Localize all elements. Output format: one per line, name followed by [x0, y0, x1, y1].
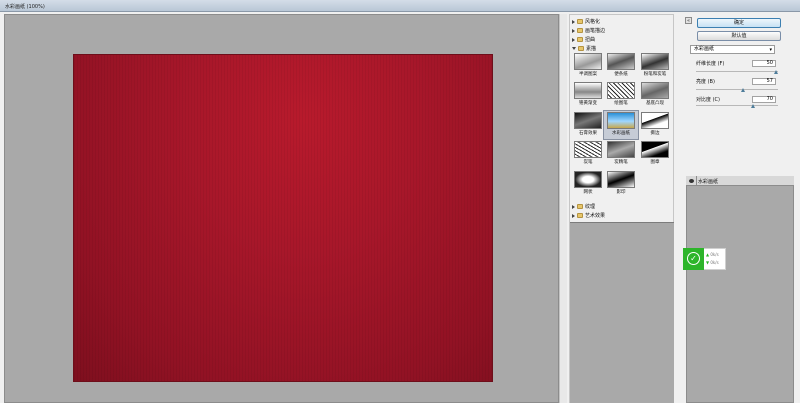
category-label: 纹理 — [585, 204, 596, 210]
category-stylize[interactable]: 风格化 — [572, 17, 672, 26]
filter-thumb-conte-crayon[interactable] — [607, 141, 635, 158]
contrast-label: 对比度 (C) — [696, 97, 720, 103]
folder-open-icon — [578, 46, 584, 51]
expand-arrow-icon — [572, 37, 575, 42]
expand-arrow-icon — [572, 19, 575, 24]
category-texture[interactable]: 纹理 — [572, 202, 672, 211]
filter-label: 基底凸现 — [646, 101, 664, 106]
folder-icon — [577, 204, 583, 209]
filter-thumb-charcoal[interactable] — [574, 141, 602, 158]
folder-icon — [577, 213, 583, 218]
category-distort[interactable]: 扭曲 — [572, 35, 672, 44]
filter-thumb-chrome[interactable] — [574, 82, 602, 99]
fiber-length-slider-thumb[interactable] — [774, 70, 779, 74]
filter-select-value: 水彩画纸 — [694, 46, 715, 52]
upload-speed-value: 0k/s — [710, 252, 719, 257]
filter-label: 网状 — [583, 190, 593, 195]
category-label: 素描 — [586, 46, 597, 52]
category-brush-strokes[interactable]: 画笔描边 — [572, 26, 672, 35]
fiber-length-input[interactable]: 50 — [752, 60, 776, 67]
filter-thumb-chalk-charcoal[interactable] — [641, 53, 669, 70]
collapse-gallery-icon[interactable]: « — [685, 17, 692, 24]
category-artistic[interactable]: 艺术效果 — [572, 211, 672, 220]
filter-label: 便条纸 — [614, 72, 628, 77]
filter-label: 撕边 — [650, 131, 660, 136]
folder-icon — [577, 37, 583, 42]
folder-icon — [577, 28, 583, 33]
expand-arrow-icon — [572, 213, 575, 218]
category-label: 艺术效果 — [585, 213, 606, 219]
category-sketch[interactable]: 素描 — [572, 44, 672, 53]
chevron-down-icon: ▾ — [769, 47, 772, 53]
arrow-down-icon: ▼ — [706, 260, 710, 265]
filter-label: 图章 — [650, 160, 660, 165]
category-label: 扭曲 — [585, 37, 596, 43]
filter-thumb-halftone[interactable] — [574, 53, 602, 70]
checkmark-icon: ✓ — [683, 248, 704, 270]
filter-thumb-torn-edges[interactable] — [641, 112, 669, 129]
filter-label: 石膏效果 — [579, 131, 597, 136]
collapse-arrow-icon — [572, 47, 576, 50]
brightness-slider-thumb[interactable] — [740, 88, 745, 92]
filter-thumb-graphic-pen[interactable] — [607, 82, 635, 99]
effect-layer-name: 水彩画纸 — [698, 179, 719, 185]
arrow-up-icon: ▲ — [706, 252, 710, 257]
gallery-empty-area — [570, 222, 674, 403]
download-speed: ▼ 0k/s — [706, 260, 719, 265]
category-label: 风格化 — [585, 19, 601, 25]
filter-label: 粉笔和炭笔 — [643, 72, 667, 77]
filter-label: 炭笔 — [583, 160, 593, 165]
filter-label: 铬黄渐变 — [579, 101, 597, 106]
contrast-input[interactable]: 70 — [752, 96, 776, 103]
effect-layers-panel — [686, 176, 794, 403]
filter-label: 炭精笔 — [614, 160, 628, 165]
filter-thumb-bas-relief[interactable] — [641, 82, 669, 99]
preview-image — [74, 55, 492, 381]
contrast-slider-thumb[interactable] — [751, 104, 756, 108]
eye-icon[interactable] — [689, 179, 694, 183]
ok-button[interactable]: 确定 — [697, 18, 781, 28]
folder-icon — [577, 19, 583, 24]
filter-thumb-note-paper[interactable] — [607, 53, 635, 70]
filter-label: 影印 — [616, 190, 626, 195]
preview-scrollbar[interactable] — [559, 14, 567, 403]
filter-thumb-photocopy[interactable] — [607, 171, 635, 188]
filter-thumb-reticulation[interactable] — [574, 171, 602, 188]
filter-thumb-plaster[interactable] — [574, 112, 602, 129]
filter-thumb-stamp[interactable] — [641, 141, 669, 158]
expand-arrow-icon — [572, 28, 575, 33]
category-label: 画笔描边 — [585, 28, 606, 34]
upload-speed: ▲ 0k/s — [706, 252, 719, 257]
contrast-slider[interactable] — [696, 105, 778, 106]
window-title: 水彩画纸 (100%) — [5, 4, 45, 10]
fiber-length-slider[interactable] — [696, 71, 778, 72]
expand-arrow-icon — [572, 204, 575, 209]
brightness-input[interactable]: 57 — [752, 78, 776, 85]
filter-select[interactable]: 水彩画纸 ▾ — [690, 45, 775, 54]
filter-label: 半调图案 — [579, 72, 597, 77]
filter-label: 绘图笔 — [614, 101, 628, 106]
filter-thumb-water-paper[interactable] — [607, 112, 635, 129]
default-button[interactable]: 默认值 — [697, 31, 781, 41]
brightness-label: 亮度 (B) — [696, 79, 715, 85]
download-speed-value: 0k/s — [710, 260, 719, 265]
layer-divider — [696, 176, 697, 186]
filter-label: 水彩画纸 — [612, 131, 630, 136]
fiber-length-label: 纤维长度 (F) — [696, 61, 725, 67]
window-title-bar: 水彩画纸 (100%) — [0, 0, 800, 12]
brightness-slider[interactable] — [696, 89, 778, 90]
